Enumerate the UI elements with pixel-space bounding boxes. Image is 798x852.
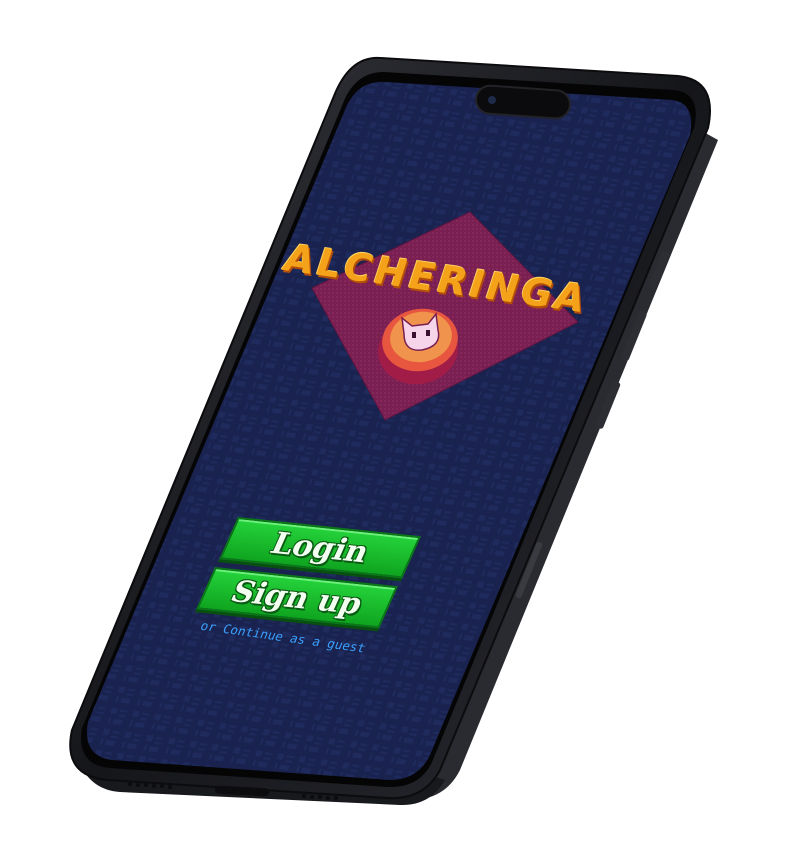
app-screen — [87, 81, 692, 780]
phone-mockup — [69, 56, 718, 806]
front-camera-icon — [488, 96, 496, 104]
app-screenshot: ALCHERINGA Login Sign up or Continue as … — [0, 0, 798, 852]
